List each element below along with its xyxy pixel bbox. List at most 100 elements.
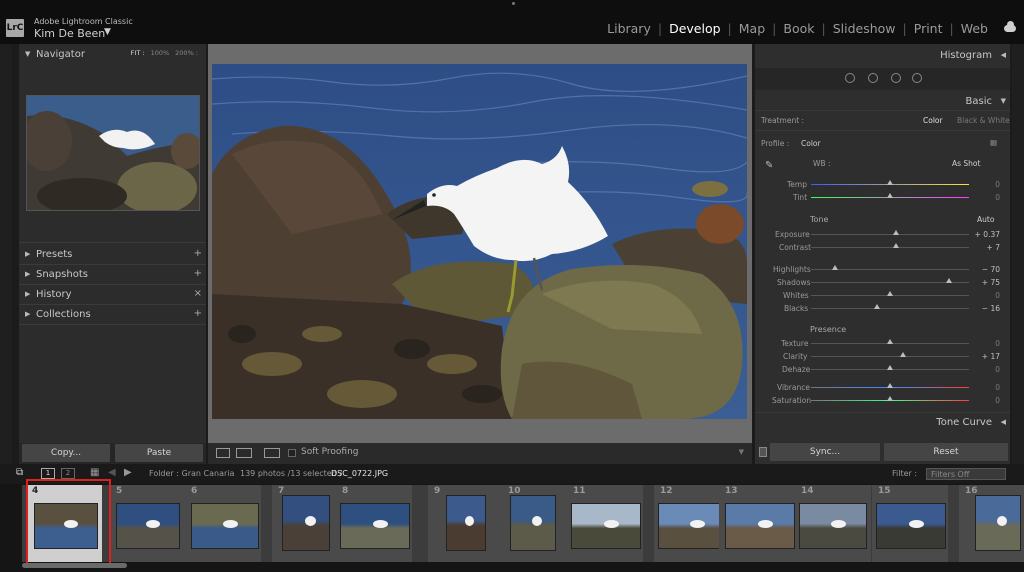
- grid-view-icon[interactable]: ▦: [90, 467, 99, 478]
- clarity-value[interactable]: + 17: [970, 352, 1000, 361]
- tint-value[interactable]: 0: [970, 193, 1000, 202]
- filmstrip-cell[interactable]: 15: [872, 485, 948, 562]
- back-arrow-icon[interactable]: ◀: [108, 467, 116, 478]
- add-preset-button[interactable]: +: [194, 248, 202, 259]
- sync-button[interactable]: Sync...: [770, 443, 880, 461]
- zoom-fit[interactable]: FIT :: [131, 49, 145, 57]
- forward-arrow-icon[interactable]: ▶: [124, 467, 132, 478]
- masking-tool-icon[interactable]: [912, 73, 922, 83]
- filmstrip-thumbnail[interactable]: [725, 503, 795, 549]
- soft-proofing-label[interactable]: Soft Proofing: [301, 447, 359, 457]
- module-library[interactable]: Library: [605, 21, 653, 36]
- dehaze-knob[interactable]: [887, 365, 893, 370]
- temp-value[interactable]: 0: [970, 180, 1000, 189]
- highlights-value[interactable]: − 70: [970, 265, 1000, 274]
- wb-value[interactable]: As Shot: [952, 159, 980, 168]
- filmstrip-cell[interactable]: 13: [719, 485, 795, 562]
- filmstrip-thumbnail[interactable]: [340, 503, 410, 549]
- temp-knob[interactable]: [887, 180, 893, 185]
- filmstrip-thumbnail[interactable]: [799, 503, 867, 549]
- user-name[interactable]: Kim De Been: [34, 27, 105, 40]
- secondary-display-icon[interactable]: ⧉: [16, 467, 23, 478]
- page-1-button[interactable]: 1: [41, 468, 55, 479]
- filmstrip-thumbnail[interactable]: [282, 495, 330, 551]
- toolbar-options-caret-icon[interactable]: ▼: [739, 448, 744, 456]
- whites-value[interactable]: 0: [970, 291, 1000, 300]
- zoom-100[interactable]: 100%: [151, 49, 170, 57]
- history-header[interactable]: ▶ History ×: [19, 286, 206, 305]
- contrast-knob[interactable]: [892, 243, 899, 248]
- contrast-value[interactable]: + 7: [970, 243, 1000, 252]
- filmstrip-thumbnail[interactable]: [446, 495, 486, 551]
- red-eye-tool-icon[interactable]: [891, 73, 901, 83]
- add-snapshot-button[interactable]: +: [194, 268, 202, 279]
- histogram-header[interactable]: Histogram ◀: [755, 50, 1010, 61]
- collections-header[interactable]: ▶ Collections +: [19, 306, 206, 325]
- filter-dropdown[interactable]: Filters Off: [926, 468, 1006, 480]
- exposure-value[interactable]: + 0.37: [970, 230, 1000, 239]
- filmstrip-cell[interactable]: 8: [336, 485, 412, 562]
- filmstrip-cell[interactable]: 14: [795, 485, 871, 562]
- filmstrip-thumbnail[interactable]: [975, 495, 1021, 551]
- filmstrip-cell[interactable]: 11: [567, 485, 643, 562]
- right-panel-edge[interactable]: [1012, 44, 1024, 464]
- crop-tool-icon[interactable]: [845, 73, 855, 83]
- module-web[interactable]: Web: [959, 21, 990, 36]
- saturation-value[interactable]: 0: [970, 396, 1000, 405]
- add-collection-button[interactable]: +: [194, 308, 202, 319]
- loupe-view-icon[interactable]: [216, 448, 230, 458]
- module-map[interactable]: Map: [737, 21, 767, 36]
- reset-button[interactable]: Reset: [884, 443, 1008, 461]
- exposure-knob[interactable]: [892, 230, 899, 235]
- texture-knob[interactable]: [887, 339, 893, 344]
- filmstrip-cell[interactable]: 5: [110, 485, 186, 562]
- filmstrip-thumbnail[interactable]: [510, 495, 556, 551]
- blacks-track[interactable]: [811, 308, 969, 309]
- saturation-knob[interactable]: [887, 396, 893, 401]
- texture-value[interactable]: 0: [970, 339, 1000, 348]
- module-print[interactable]: Print: [912, 21, 945, 36]
- clear-history-button[interactable]: ×: [194, 288, 202, 299]
- filmstrip-thumbnail[interactable]: [658, 503, 726, 549]
- contrast-track[interactable]: [811, 247, 969, 248]
- folder-label[interactable]: Folder : Gran Canaria: [149, 469, 234, 478]
- profile-value[interactable]: Color: [801, 139, 821, 148]
- clarity-knob[interactable]: [900, 352, 907, 357]
- page-2-button[interactable]: 2: [61, 468, 75, 479]
- dehaze-value[interactable]: 0: [970, 365, 1000, 374]
- filmstrip-cell[interactable]: 9: [428, 485, 504, 562]
- filmstrip-thumbnail[interactable]: [876, 503, 946, 549]
- blacks-knob[interactable]: [874, 304, 881, 309]
- tint-knob[interactable]: [887, 193, 893, 198]
- module-slideshow[interactable]: Slideshow: [831, 21, 898, 36]
- zoom-200[interactable]: 200% :: [175, 49, 198, 57]
- highlights-knob[interactable]: [831, 265, 838, 270]
- vibrance-value[interactable]: 0: [970, 383, 1000, 392]
- clarity-track[interactable]: [811, 356, 969, 357]
- user-menu-caret-icon[interactable]: ▼: [104, 27, 111, 37]
- snapshots-header[interactable]: ▶ Snapshots +: [19, 266, 206, 285]
- filmstrip-cell[interactable]: 16: [959, 485, 1024, 562]
- module-book[interactable]: Book: [781, 21, 816, 36]
- blacks-value[interactable]: − 16: [970, 304, 1000, 313]
- auto-tone-button[interactable]: Auto: [977, 215, 994, 224]
- shadows-value[interactable]: + 75: [970, 278, 1000, 287]
- copy-button[interactable]: Copy...: [22, 444, 110, 462]
- navigator-preview[interactable]: [26, 95, 200, 211]
- filmstrip-thumbnail[interactable]: [191, 503, 259, 549]
- module-develop[interactable]: Develop: [667, 21, 722, 36]
- treatment-bw[interactable]: Black & White: [957, 116, 1010, 125]
- paste-button[interactable]: Paste: [115, 444, 203, 462]
- profile-browser-icon[interactable]: ▦: [990, 138, 997, 147]
- filmstrip-thumbnail[interactable]: [116, 503, 180, 549]
- treatment-color[interactable]: Color: [923, 116, 943, 125]
- filmstrip-scrollbar[interactable]: [22, 563, 127, 568]
- whites-knob[interactable]: [887, 291, 893, 296]
- left-panel-edge[interactable]: [0, 44, 12, 464]
- cloud-icon[interactable]: [1004, 21, 1016, 32]
- healing-tool-icon[interactable]: [868, 73, 878, 83]
- main-photo[interactable]: [212, 64, 747, 419]
- before-after-split-icon[interactable]: [264, 448, 280, 458]
- auto-sync-switch[interactable]: [759, 447, 767, 457]
- presets-header[interactable]: ▶ Presets +: [19, 246, 206, 265]
